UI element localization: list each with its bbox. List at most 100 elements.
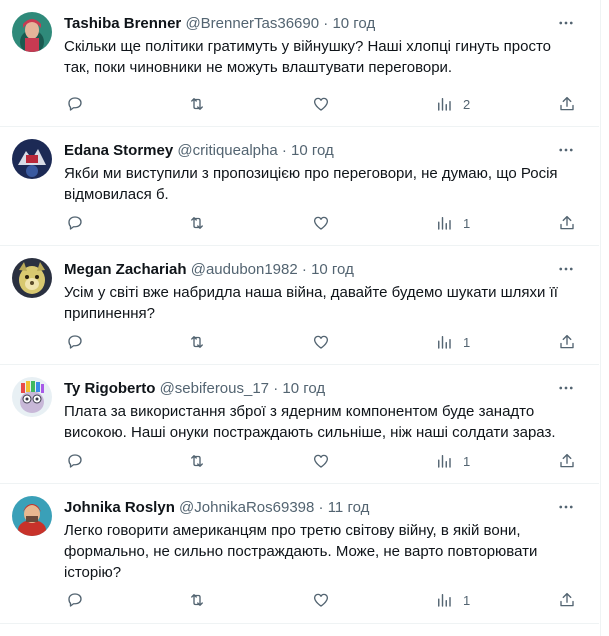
- tweet-actions: 1: [64, 451, 579, 471]
- retweet-icon: [191, 455, 203, 467]
- author-handle[interactable]: @JohnikaRos69398: [179, 499, 314, 516]
- author-handle[interactable]: @sebiferous_17: [160, 380, 269, 397]
- timestamp[interactable]: 10 год: [311, 261, 354, 278]
- share-icon: [560, 453, 574, 468]
- tweet-actions: 1: [64, 590, 579, 610]
- like-button[interactable]: [312, 451, 330, 471]
- reply-icon: [68, 593, 82, 607]
- author-name[interactable]: Johnika Roslyn: [64, 499, 175, 516]
- heart-icon: [313, 216, 329, 230]
- retweet-button[interactable]: [188, 213, 206, 233]
- tweet[interactable]: Johnika Roslyn @JohnikaRos69398 · 11 год…: [0, 484, 599, 624]
- reply-button[interactable]: [66, 590, 84, 610]
- author-handle[interactable]: @BrennerTas36690: [185, 15, 319, 32]
- like-button[interactable]: [312, 94, 330, 114]
- views-count: 1: [463, 334, 471, 350]
- views-button[interactable]: 1: [435, 451, 470, 471]
- author-name[interactable]: Edana Stormey: [64, 142, 173, 159]
- analytics-icon: [438, 336, 451, 349]
- analytics-icon: [438, 98, 451, 111]
- retweet-button[interactable]: [188, 451, 206, 471]
- analytics-icon: [438, 217, 451, 230]
- avatar[interactable]: [12, 139, 52, 179]
- tweet-header: Johnika Roslyn @JohnikaRos69398 · 11 год: [64, 498, 559, 518]
- heart-icon: [313, 97, 329, 111]
- reply-button[interactable]: [66, 332, 84, 352]
- tweet-text: Якби ми виступили з пропозицією про пере…: [64, 165, 558, 203]
- tweet[interactable]: Edana Stormey @critiquealpha · 10 год Як…: [0, 127, 599, 246]
- separator: ·: [277, 142, 292, 159]
- share-button[interactable]: [558, 332, 576, 352]
- reply-button[interactable]: [66, 94, 84, 114]
- tweet[interactable]: Tashiba Brenner @BrennerTas36690 · 10 го…: [0, 0, 599, 127]
- share-icon: [560, 334, 574, 349]
- timestamp[interactable]: 10 год: [291, 142, 334, 159]
- views-button[interactable]: 1: [435, 213, 470, 233]
- separator: ·: [297, 261, 312, 278]
- like-button[interactable]: [312, 590, 330, 610]
- heart-icon: [313, 454, 329, 468]
- more-options-icon[interactable]: [555, 377, 577, 399]
- separator: ·: [319, 15, 333, 32]
- timestamp[interactable]: 10 год: [332, 15, 375, 32]
- retweet-button[interactable]: [188, 332, 206, 352]
- avatar[interactable]: [12, 377, 52, 417]
- share-button[interactable]: [558, 213, 576, 233]
- tweet-text: Плата за використання зброї з ядерним ко…: [64, 403, 556, 441]
- tweet-actions: 1: [64, 213, 579, 233]
- reply-icon: [68, 97, 82, 111]
- views-count: 1: [463, 215, 471, 231]
- tweet-feed: Tashiba Brenner @BrennerTas36690 · 10 го…: [0, 0, 601, 636]
- analytics-icon: [438, 455, 451, 468]
- retweet-button[interactable]: [188, 94, 206, 114]
- more-options-icon[interactable]: [555, 496, 577, 518]
- tweet-text: Усім у світі вже набридла наша війна, да…: [64, 284, 558, 322]
- author-name[interactable]: Ty Rigoberto: [64, 380, 155, 397]
- timestamp[interactable]: 11 год: [328, 499, 370, 516]
- views-button[interactable]: 1: [435, 332, 470, 352]
- retweet-icon: [191, 594, 203, 606]
- more-options-icon[interactable]: [555, 12, 577, 34]
- tweet-header: Edana Stormey @critiquealpha · 10 год: [64, 141, 559, 161]
- reply-button[interactable]: [66, 213, 84, 233]
- like-button[interactable]: [312, 332, 330, 352]
- more-options-icon[interactable]: [555, 139, 577, 161]
- author-handle[interactable]: @audubon1982: [191, 261, 298, 278]
- avatar[interactable]: [12, 12, 52, 52]
- like-button[interactable]: [312, 213, 330, 233]
- tweet-actions: 2: [64, 94, 579, 114]
- avatar[interactable]: [12, 258, 52, 298]
- reply-icon: [68, 216, 82, 230]
- share-icon: [560, 215, 574, 230]
- retweet-icon: [191, 98, 203, 110]
- reply-icon: [68, 454, 82, 468]
- share-icon: [560, 592, 574, 607]
- share-button[interactable]: [558, 451, 576, 471]
- share-button[interactable]: [558, 94, 576, 114]
- views-count: 2: [463, 96, 471, 112]
- separator: ·: [314, 499, 328, 516]
- reply-icon: [68, 335, 82, 349]
- heart-icon: [313, 335, 329, 349]
- author-handle[interactable]: @critiquealpha: [177, 142, 277, 159]
- views-button[interactable]: 1: [435, 590, 470, 610]
- share-button[interactable]: [558, 590, 576, 610]
- tweet-actions: 1: [64, 332, 579, 352]
- views-button[interactable]: 2: [435, 94, 470, 114]
- more-options-icon[interactable]: [555, 258, 577, 280]
- tweet[interactable]: Ty Rigoberto @sebiferous_17 · 10 год Пла…: [0, 365, 599, 484]
- reply-button[interactable]: [66, 451, 84, 471]
- views-count: 1: [463, 453, 471, 469]
- tweet[interactable]: Megan Zachariah @audubon1982 · 10 год Ус…: [0, 246, 599, 365]
- avatar[interactable]: [12, 496, 52, 536]
- analytics-icon: [438, 594, 451, 607]
- retweet-button[interactable]: [188, 590, 206, 610]
- author-name[interactable]: Tashiba Brenner: [64, 15, 181, 32]
- tweet-text: Легко говорити американцям про третю сві…: [64, 522, 538, 581]
- timestamp[interactable]: 10 год: [282, 380, 325, 397]
- author-name[interactable]: Megan Zachariah: [64, 261, 187, 278]
- tweet-header: Tashiba Brenner @BrennerTas36690 · 10 го…: [64, 14, 559, 34]
- tweet-text: Скільки ще політики гратимуть у війнушку…: [64, 38, 552, 76]
- retweet-icon: [191, 336, 203, 348]
- tweet-header: Ty Rigoberto @sebiferous_17 · 10 год: [64, 379, 559, 399]
